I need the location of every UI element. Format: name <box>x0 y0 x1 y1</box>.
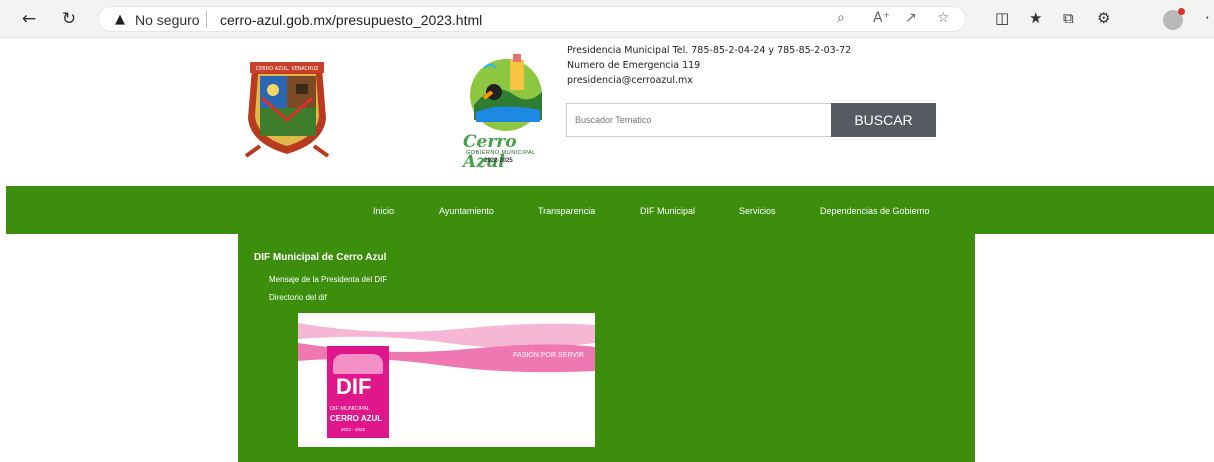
dif-sub2: CERRO AZUL <box>330 414 383 423</box>
main-nav: Inicio Ayuntamiento Transparencia DIF Mu… <box>6 186 1214 234</box>
dif-banner-image: PASIÓN POR SERVIR DIF DIF MUNICIPAL CERR… <box>298 313 595 447</box>
link-directorio[interactable]: Directorio del dif <box>269 293 327 302</box>
contact-email[interactable]: presidencia@cerroazul.mx <box>567 73 851 88</box>
cerro-azul-logo[interactable]: Cerro Azul GOBIERNO MUNICIPAL 2022-2025 <box>454 50 558 172</box>
contact-phone: Presidencia Municipal Tel. 785-85-2-04-2… <box>567 45 852 56</box>
security-label[interactable]: No seguro <box>135 12 200 28</box>
split-screen-icon[interactable]: ◫ <box>995 9 1009 27</box>
nav-item-transparencia[interactable]: Transparencia <box>538 206 595 216</box>
notification-dot <box>1178 8 1185 15</box>
browser-toolbar: ← ↻ ▲ No seguro cerro-azul.gob.mx/presup… <box>0 0 1214 38</box>
dif-years: 2022 - 2025 <box>341 427 366 432</box>
back-arrow-icon[interactable]: ← <box>18 8 40 30</box>
page-title: DIF Municipal de Cerro Azul <box>254 252 387 263</box>
warning-icon[interactable]: ▲ <box>115 12 125 27</box>
cerro-azul-logo-art <box>470 54 542 131</box>
banner-tagline: PASIÓN POR SERVIR <box>513 352 584 359</box>
favorites-icon[interactable]: ★ <box>1029 9 1042 27</box>
nav-item-dependencias[interactable]: Dependencias de Gobierno <box>820 206 930 216</box>
favorite-star-icon[interactable]: ☆ <box>937 10 950 26</box>
link-mensaje-presidenta[interactable]: Mensaje de la Presidenta del DIF <box>269 275 387 284</box>
dif-sub1: DIF MUNICIPAL <box>330 406 370 412</box>
dif-logo-text: DIF <box>336 374 372 399</box>
profile-avatar[interactable] <box>1163 8 1185 30</box>
content-panel: DIF Municipal de Cerro Azul Mensaje de l… <box>238 234 975 462</box>
shield-label: CERRO AZUL, VERACRUZ <box>256 66 319 72</box>
search-bar: BUSCAR <box>566 103 936 137</box>
address-bar[interactable]: ▲ No seguro cerro-azul.gob.mx/presupuest… <box>98 6 966 32</box>
search-button[interactable]: BUSCAR <box>831 103 936 137</box>
zoom-icon[interactable]: ⌕ <box>837 10 845 26</box>
search-input[interactable] <box>566 103 832 137</box>
logo-years: 2022-2025 <box>484 158 513 164</box>
refresh-icon[interactable]: ↻ <box>58 8 80 30</box>
contact-info: Presidencia Municipal Tel. 785-85-2-04-2… <box>567 43 851 88</box>
extensions-icon[interactable]: ⚙ <box>1097 9 1110 27</box>
nav-item-inicio[interactable]: Inicio <box>373 206 394 216</box>
nav-item-servicios[interactable]: Servicios <box>739 206 776 216</box>
more-menu-icon[interactable]: · <box>1205 9 1210 27</box>
collections-icon[interactable]: ⧉ <box>1063 9 1074 27</box>
dif-family-icon <box>333 354 383 374</box>
logo-subtitle: GOBIERNO MUNICIPAL <box>466 150 536 156</box>
address-separator <box>206 11 207 28</box>
municipal-shield-logo[interactable]: CERRO AZUL, VERACRUZ <box>240 58 334 158</box>
dif-logo-box: DIF DIF MUNICIPAL CERRO AZUL 2022 - 2025 <box>327 346 389 438</box>
read-aloud-icon[interactable]: A⁺ <box>873 10 890 26</box>
nav-item-dif-municipal[interactable]: DIF Municipal <box>640 206 695 216</box>
share-icon[interactable]: ↗ <box>905 10 917 26</box>
nav-item-ayuntamiento[interactable]: Ayuntamiento <box>439 206 494 216</box>
contact-emergency: Numero de Emergencia 119 <box>567 60 701 71</box>
url-text[interactable]: cerro-azul.gob.mx/presupuesto_2023.html <box>220 12 482 28</box>
